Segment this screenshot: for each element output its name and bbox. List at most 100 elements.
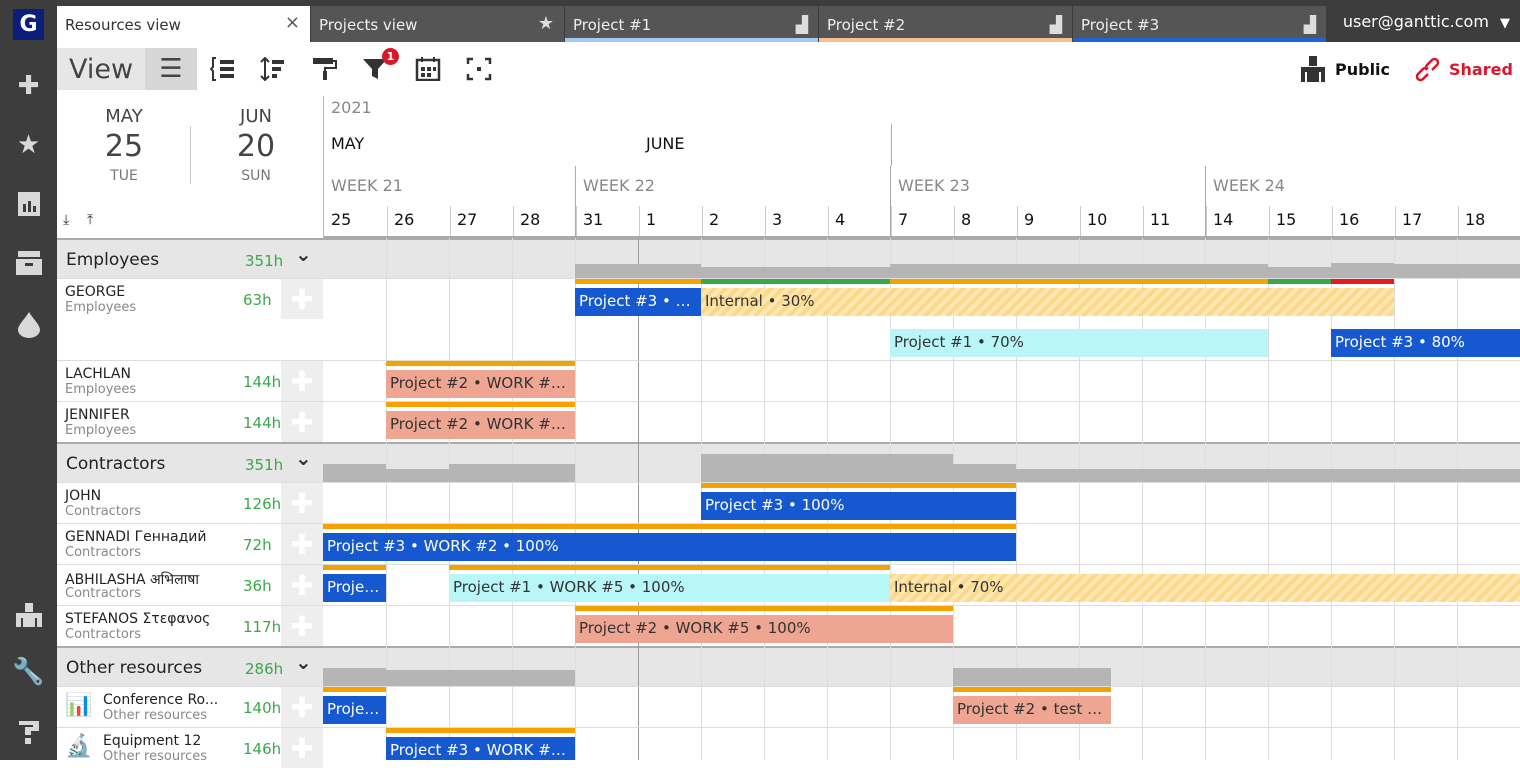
ganttic-logo[interactable]: G — [13, 9, 44, 40]
day-label[interactable]: 9 — [1024, 210, 1034, 229]
resource-row[interactable]: JOHN Contractors 126h ✚ — [57, 482, 323, 523]
close-icon[interactable]: × — [285, 12, 300, 33]
group-header[interactable]: Other resources 286h ⌄ — [57, 646, 323, 686]
day-label[interactable]: 15 — [1276, 210, 1296, 229]
chevron-down-icon[interactable]: ⌄ — [295, 242, 312, 266]
drop-icon[interactable] — [0, 305, 57, 345]
tab-menu-icon[interactable]: ▟ — [1050, 15, 1062, 34]
task-bar[interactable]: Project #1 • WORK #5 • 100% — [449, 574, 890, 602]
tab-project-2[interactable]: Project #2 ▟ — [819, 6, 1072, 42]
group-header[interactable]: Contractors 351h ⌄ — [57, 442, 323, 482]
task-bar[interactable]: Project #3 • WORK #2 • 100% — [323, 533, 1016, 561]
add-task-button[interactable]: ✚ — [281, 687, 323, 727]
tab-projects-view[interactable]: Projects view ★ — [311, 6, 564, 42]
add-task-button[interactable]: ✚ — [281, 728, 323, 768]
user-menu[interactable]: user@ganttic.com ▼ — [1343, 12, 1510, 31]
hamburger-icon[interactable]: ☰ — [145, 48, 197, 90]
task-bar[interactable]: Project #1 • 70% — [890, 329, 1268, 357]
day-label[interactable]: 16 — [1339, 210, 1359, 229]
day-divider — [702, 206, 703, 238]
task-bar[interactable]: Projec... — [323, 696, 386, 724]
day-label[interactable]: 28 — [520, 210, 540, 229]
day-label[interactable]: 2 — [709, 210, 719, 229]
help-icon[interactable] — [0, 712, 57, 752]
day-label[interactable]: 4 — [835, 210, 845, 229]
resource-row[interactable]: 📊 Conference Ro... Other resources 140h ✚ — [57, 686, 323, 727]
day-label[interactable]: 26 — [394, 210, 414, 229]
star-icon[interactable]: ★ — [0, 125, 57, 165]
add-task-button[interactable]: ✚ — [281, 606, 323, 646]
resource-row[interactable]: 🔬 Equipment 12 Other resources 146h ✚ — [57, 727, 323, 768]
day-label[interactable]: 27 — [457, 210, 477, 229]
task-bar[interactable]: Project #3 • 1... — [575, 288, 701, 316]
add-task-button[interactable]: ✚ — [281, 524, 323, 564]
end-date[interactable]: JUN 20 SUN — [191, 106, 321, 184]
task-bar[interactable]: Internal • 70% — [890, 574, 1520, 602]
resource-row[interactable]: STEFANOS Στεφανος Contractors 117h ✚ — [57, 605, 323, 646]
day-divider — [1017, 206, 1018, 238]
resource-row[interactable]: GENNADI Геннадий Contractors 72h ✚ — [57, 523, 323, 564]
day-label[interactable]: 31 — [583, 210, 603, 229]
resource-row[interactable]: JENNIFER Employees 144h ✚ — [57, 401, 323, 442]
day-label[interactable]: 18 — [1465, 210, 1485, 229]
task-bar[interactable]: Internal • 30% — [701, 288, 1394, 316]
chevron-down-icon[interactable]: ⌄ — [295, 650, 312, 674]
archive-icon[interactable] — [0, 243, 57, 283]
tab-resources-view[interactable]: Resources view × — [57, 6, 310, 42]
day-label[interactable]: 25 — [331, 210, 351, 229]
task-bar[interactable]: Project #2 • WORK #4 ... — [386, 411, 575, 439]
report-icon[interactable] — [0, 184, 57, 224]
paint-roller-icon[interactable] — [309, 54, 341, 84]
day-divider — [450, 206, 451, 238]
collapse-rows-icon[interactable] — [207, 54, 239, 84]
sort-icon[interactable] — [257, 54, 289, 84]
task-bar[interactable]: Projec... — [323, 574, 386, 602]
shared-button[interactable]: Shared — [1415, 56, 1513, 82]
day-label[interactable]: 10 — [1087, 210, 1107, 229]
chevron-down-icon[interactable]: ⌄ — [295, 446, 312, 470]
resource-row[interactable]: GEORGE Employees 63h ✚ — [57, 278, 323, 360]
add-task-button[interactable]: ✚ — [281, 402, 323, 442]
task-bar[interactable]: Project #2 • WORK #5 • 100% — [575, 615, 953, 643]
public-button[interactable]: Public — [1301, 56, 1390, 82]
day-divider — [387, 206, 388, 238]
start-date[interactable]: MAY 25 TUE — [59, 106, 189, 184]
wrench-icon[interactable]: 🔧 — [0, 652, 57, 692]
group-load-bar — [449, 464, 575, 482]
day-label[interactable]: 7 — [898, 210, 908, 229]
add-task-button[interactable]: ✚ — [281, 279, 323, 319]
plus-icon[interactable]: ✚ — [0, 66, 57, 106]
grid-column-line — [1205, 238, 1206, 760]
date-range-picker[interactable]: MAY 25 TUE JUN 20 SUN ⤓ ⤒ — [57, 96, 323, 238]
add-task-button[interactable]: ✚ — [281, 483, 323, 523]
task-bar[interactable]: Project #2 • test •... — [953, 696, 1111, 724]
collapse-all-icon[interactable]: ⤒ — [87, 212, 93, 228]
allocation-line — [1268, 279, 1331, 284]
day-label[interactable]: 3 — [772, 210, 782, 229]
resource-row[interactable]: ABHILASHA अभिलाषा Contractors 36h ✚ — [57, 564, 323, 605]
add-task-button[interactable]: ✚ — [281, 361, 323, 401]
day-label[interactable]: 1 — [646, 210, 656, 229]
task-bar[interactable]: Project #2 • WORK #4 ... — [386, 370, 575, 398]
view-button[interactable]: View ☰ — [57, 48, 197, 90]
resource-row[interactable]: LACHLAN Employees 144h ✚ — [57, 360, 323, 401]
group-header[interactable]: Employees 351h ⌄ — [57, 238, 323, 278]
star-icon[interactable]: ★ — [538, 13, 554, 34]
add-task-button[interactable]: ✚ — [281, 565, 323, 605]
task-bar[interactable]: Project #3 • 80% — [1331, 329, 1520, 357]
tab-project-3[interactable]: Project #3 ▟ — [1073, 6, 1326, 42]
day-label[interactable]: 8 — [961, 210, 971, 229]
calendar-icon[interactable] — [412, 54, 444, 84]
task-bar[interactable]: Project #3 • 100% — [701, 492, 1016, 520]
day-label[interactable]: 11 — [1150, 210, 1170, 229]
tab-menu-icon[interactable]: ▟ — [796, 15, 808, 34]
tab-menu-icon[interactable]: ▟ — [1304, 15, 1316, 34]
expand-all-icon[interactable]: ⤓ — [63, 212, 69, 228]
task-bar[interactable]: Project #3 • WORK #1 ... — [386, 737, 575, 760]
resource-subtitle: Employees — [65, 382, 137, 397]
tab-project-1[interactable]: Project #1 ▟ — [565, 6, 818, 42]
org-icon[interactable] — [0, 595, 57, 635]
fullscreen-icon[interactable] — [463, 54, 495, 84]
day-label[interactable]: 17 — [1402, 210, 1422, 229]
day-label[interactable]: 14 — [1213, 210, 1233, 229]
